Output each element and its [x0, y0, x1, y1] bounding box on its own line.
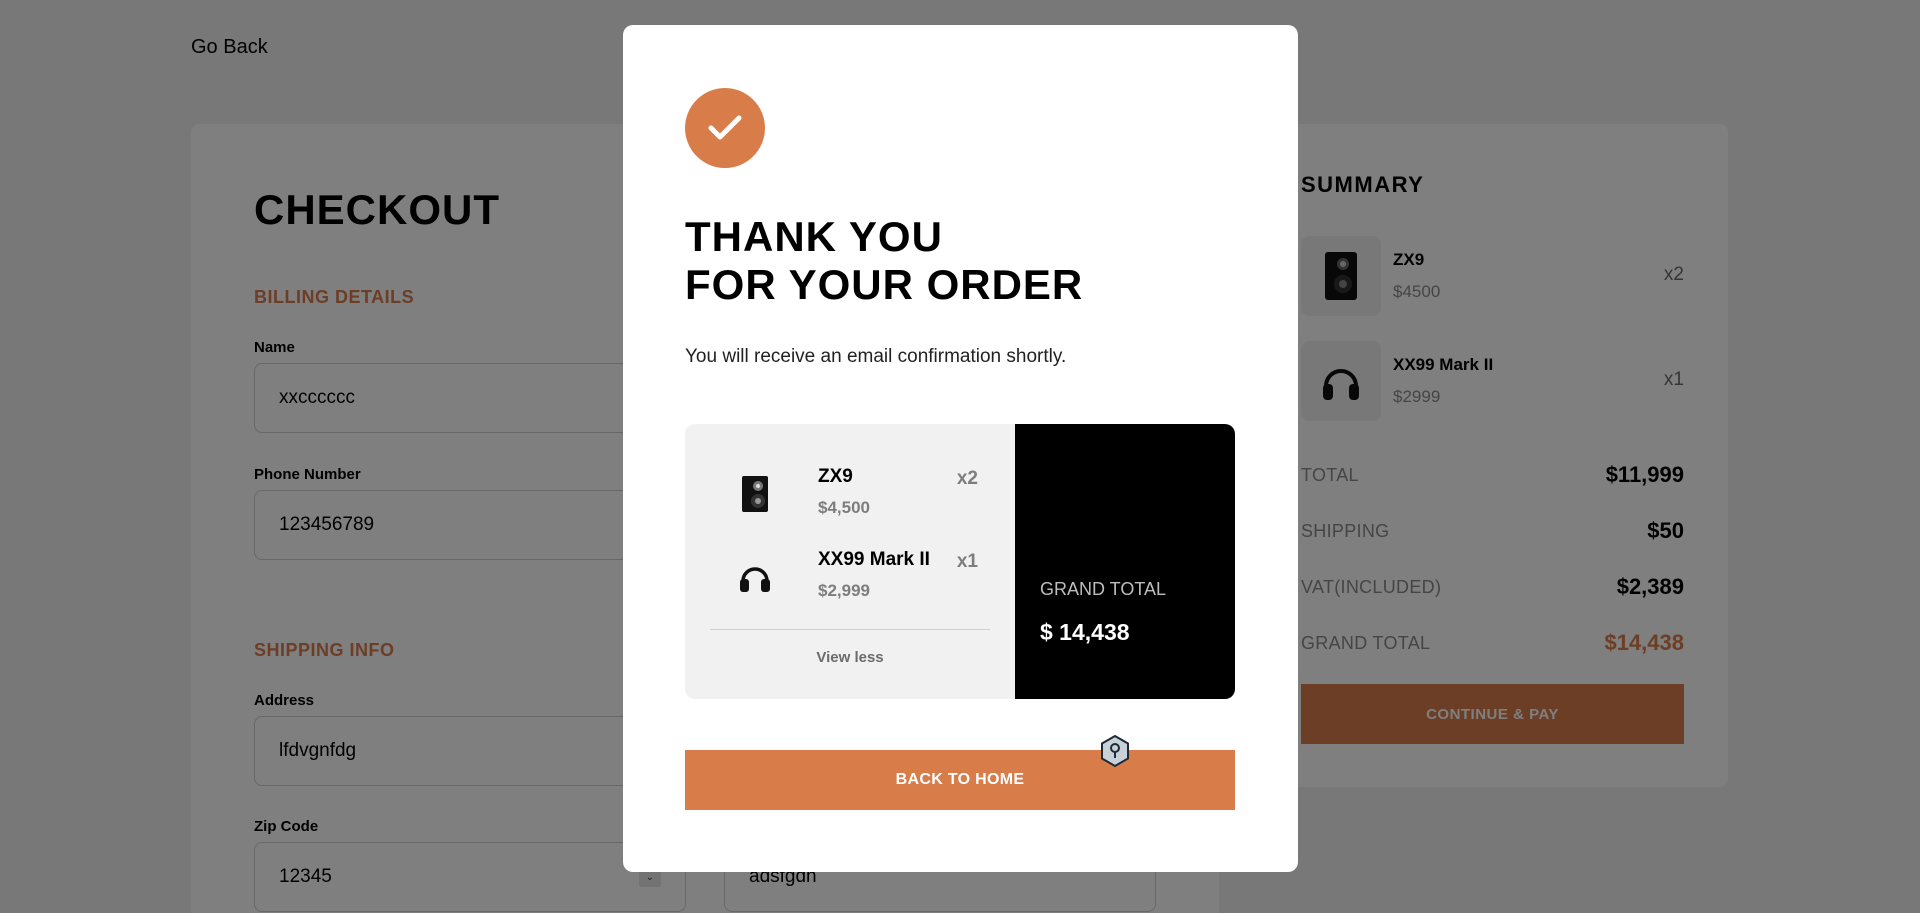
view-less-button[interactable]: View less: [685, 649, 1015, 666]
back-to-home-button[interactable]: BACK TO HOME: [685, 750, 1235, 810]
headphones-icon: [730, 547, 780, 607]
grand-total-label: GRAND TOTAL: [1040, 579, 1167, 599]
order-divider: [710, 629, 990, 630]
modal-title: THANK YOU FOR YOUR ORDER: [685, 213, 1083, 309]
order-item: ZX9 $4,500 x2: [710, 464, 990, 534]
grand-total-value: $ 14,438: [1040, 619, 1130, 645]
modal-title-line2: FOR YOUR ORDER: [685, 261, 1084, 308]
mouse-cursor-icon: [1100, 734, 1130, 768]
order-item-name: XX99 Mark II: [818, 549, 930, 570]
checkmark-icon: [685, 88, 765, 168]
modal-title-line1: THANK YOU: [685, 213, 943, 260]
order-item-qty: x2: [956, 468, 978, 489]
speaker-icon: [730, 464, 780, 524]
grand-total-panel: GRAND TOTAL $ 14,438: [1015, 424, 1235, 699]
order-item-price: $2,999: [818, 581, 870, 600]
modal-subtitle: You will receive an email confirmation s…: [685, 346, 1067, 367]
order-item-name: ZX9: [818, 466, 853, 487]
order-summary-box: ZX9 $4,500 x2 XX99 Mark II $2,999 x1 Vie…: [685, 424, 1235, 699]
order-confirmation-modal: THANK YOU FOR YOUR ORDER You will receiv…: [623, 25, 1298, 872]
order-item-qty: x1: [956, 551, 978, 572]
order-items-panel: ZX9 $4,500 x2 XX99 Mark II $2,999 x1 Vie…: [685, 424, 1015, 699]
order-item-price: $4,500: [818, 498, 870, 517]
order-item: XX99 Mark II $2,999 x1: [710, 547, 990, 617]
